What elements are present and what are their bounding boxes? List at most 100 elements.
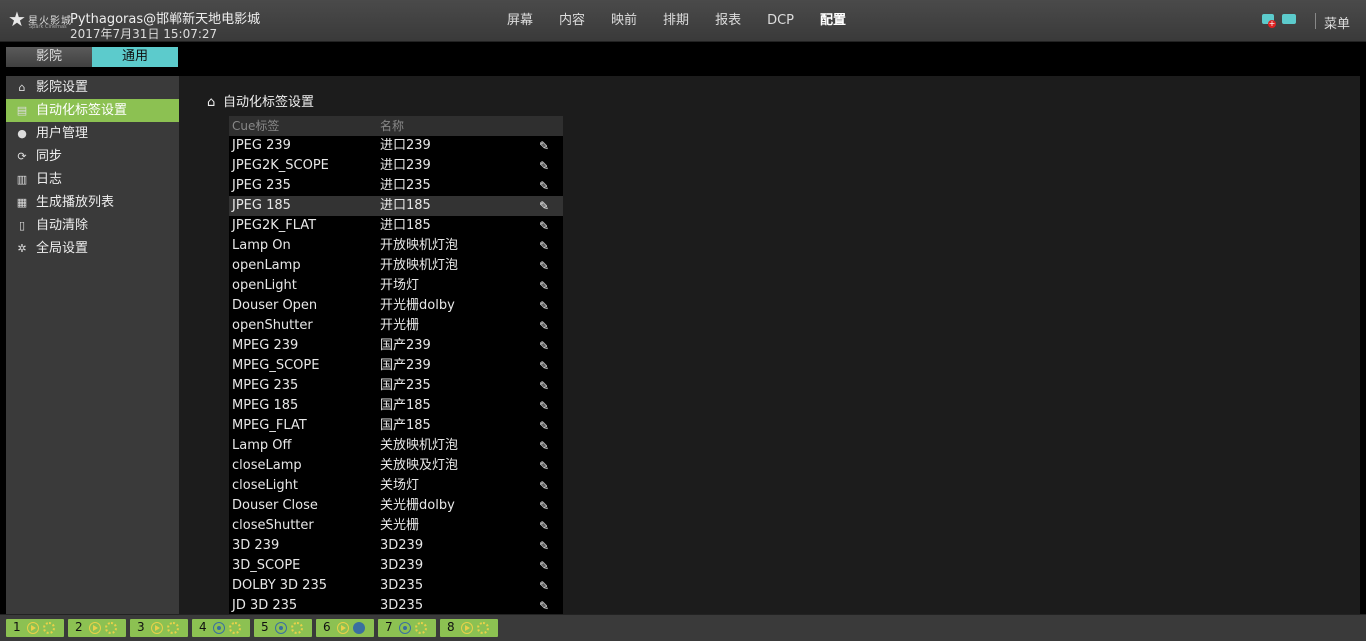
cue-label-cell: DOLBY 3D 235 [232, 578, 327, 593]
pencil-edit-icon[interactable]: ✎ [536, 356, 552, 376]
table-row[interactable]: JPEG2K_SCOPE 进口239 ✎ [229, 156, 563, 176]
nav-item-0[interactable]: 屏幕 [494, 0, 546, 41]
table-row[interactable]: 3D_SCOPE 3D239 ✎ [229, 556, 563, 576]
table-row[interactable]: Lamp Off 关放映机灯泡 ✎ [229, 436, 563, 456]
screen-4-status[interactable]: 4 [192, 619, 250, 637]
sidebar-item-label: 生成播放列表 [36, 195, 115, 210]
tab-0[interactable]: 影院 [6, 47, 92, 67]
cue-label-cell: MPEG_SCOPE [232, 358, 320, 373]
pencil-edit-icon[interactable]: ✎ [536, 516, 552, 536]
pencil-edit-icon[interactable]: ✎ [536, 576, 552, 596]
screen-number: 5 [261, 620, 269, 634]
pencil-edit-icon[interactable]: ✎ [536, 536, 552, 556]
chat-icon[interactable] [1282, 14, 1296, 24]
table-row[interactable]: DOLBY 3D 235 3D235 ✎ [229, 576, 563, 596]
screen-6-status[interactable]: 6 [316, 619, 374, 637]
menu-button[interactable]: 菜单 [1324, 13, 1350, 32]
tab-1[interactable]: 通用 [92, 47, 178, 67]
table-row[interactable]: MPEG_FLAT 国产185 ✎ [229, 416, 563, 436]
name-cell: 国产239 [380, 338, 431, 353]
nav-item-2[interactable]: 映前 [598, 0, 650, 41]
table-row[interactable]: MPEG 235 国产235 ✎ [229, 376, 563, 396]
pencil-edit-icon[interactable]: ✎ [536, 316, 552, 336]
screen-2-status[interactable]: 2 [68, 619, 126, 637]
name-cell: 开放映机灯泡 [380, 258, 459, 273]
table-row[interactable]: openLight 开场灯 ✎ [229, 276, 563, 296]
sidebar-item-label: 全局设置 [36, 241, 89, 256]
name-cell: 关放映机灯泡 [380, 438, 459, 453]
table-body: JPEG 239 进口239 ✎ JPEG2K_SCOPE 进口239 ✎ JPEG 235… [229, 136, 563, 614]
gear-status-icon [105, 622, 117, 634]
table-row[interactable]: MPEG_SCOPE 国产239 ✎ [229, 356, 563, 376]
name-cell: 进口235 [380, 178, 431, 193]
pencil-edit-icon[interactable]: ✎ [536, 556, 552, 576]
pencil-edit-icon[interactable]: ✎ [536, 596, 552, 614]
screen-1-status[interactable]: 1 [6, 619, 64, 637]
nav-item-4[interactable]: 报表 [702, 0, 754, 41]
name-cell: 3D235 [380, 578, 424, 593]
pencil-edit-icon[interactable]: ✎ [536, 396, 552, 416]
cue-label-cell: MPEG 239 [232, 338, 299, 353]
play-status-icon [89, 622, 101, 634]
table-row[interactable]: openLamp 开放映机灯泡 ✎ [229, 256, 563, 276]
nav-item-5[interactable]: DCP [754, 0, 807, 41]
table-row[interactable]: JPEG 185 进口185 ✎ [229, 196, 563, 216]
table-row[interactable]: Lamp On 开放映机灯泡 ✎ [229, 236, 563, 256]
screen-5-status[interactable]: 5 [254, 619, 312, 637]
cue-label-cell: Lamp Off [232, 438, 292, 453]
table-row[interactable]: JD 3D 235 3D235 ✎ [229, 596, 563, 614]
sidebar-item-6[interactable]: ▯ 自动清除 [6, 214, 179, 237]
screen-status-bar: 1 2 3 4 5 6 7 8 [0, 614, 1366, 641]
screen-7-status[interactable]: 7 [378, 619, 436, 637]
table-row[interactable]: MPEG 185 国产185 ✎ [229, 396, 563, 416]
table-row[interactable]: JPEG 239 进口239 ✎ [229, 136, 563, 156]
screen-8-status[interactable]: 8 [440, 619, 498, 637]
table-row[interactable]: MPEG 239 国产239 ✎ [229, 336, 563, 356]
pencil-edit-icon[interactable]: ✎ [536, 296, 552, 316]
nav-item-6[interactable]: 配置 [807, 0, 859, 41]
cue-label-cell: closeLamp [232, 458, 302, 473]
home-icon: ⌂ [18, 81, 26, 94]
table-row[interactable]: closeLamp 关放映及灯泡 ✎ [229, 456, 563, 476]
pencil-edit-icon[interactable]: ✎ [536, 276, 552, 296]
pencil-edit-icon[interactable]: ✎ [536, 176, 552, 196]
pencil-edit-icon[interactable]: ✎ [536, 436, 552, 456]
sidebar-item-1[interactable]: ▤ 自动化标签设置 [6, 99, 179, 122]
table-row[interactable]: Douser Close 关光栅dolby ✎ [229, 496, 563, 516]
sidebar-item-label: 日志 [36, 172, 63, 187]
table-row[interactable]: closeShutter 关光栅 ✎ [229, 516, 563, 536]
nav-item-1[interactable]: 内容 [546, 0, 598, 41]
table-row[interactable]: openShutter 开光栅 ✎ [229, 316, 563, 336]
pencil-edit-icon[interactable]: ✎ [536, 496, 552, 516]
star-logo-icon: ★ [8, 7, 26, 31]
pencil-edit-icon[interactable]: ✎ [536, 236, 552, 256]
sidebar-item-3[interactable]: ⟳ 同步 [6, 145, 179, 168]
table-row[interactable]: 3D 239 3D239 ✎ [229, 536, 563, 556]
pencil-edit-icon[interactable]: ✎ [536, 216, 552, 236]
name-cell: 关光栅dolby [380, 498, 455, 513]
pencil-edit-icon[interactable]: ✎ [536, 136, 552, 156]
cue-label-cell: 3D 239 [232, 538, 280, 553]
pencil-edit-icon[interactable]: ✎ [536, 196, 552, 216]
pencil-edit-icon[interactable]: ✎ [536, 336, 552, 356]
nav-item-3[interactable]: 排期 [650, 0, 702, 41]
sidebar-item-4[interactable]: ▥ 日志 [6, 168, 179, 191]
table-row[interactable]: JPEG 235 进口235 ✎ [229, 176, 563, 196]
sidebar-item-2[interactable]: ● 用户管理 [6, 122, 179, 145]
pencil-edit-icon[interactable]: ✎ [536, 456, 552, 476]
cue-label-cell: openLamp [232, 258, 301, 273]
sidebar-item-5[interactable]: ▦ 生成播放列表 [6, 191, 179, 214]
table-row[interactable]: closeLight 关场灯 ✎ [229, 476, 563, 496]
sidebar-item-7[interactable]: ✲ 全局设置 [6, 237, 179, 260]
pencil-edit-icon[interactable]: ✎ [536, 156, 552, 176]
table-row[interactable]: Douser Open 开光栅dolby ✎ [229, 296, 563, 316]
pencil-edit-icon[interactable]: ✎ [536, 416, 552, 436]
sidebar-item-0[interactable]: ⌂ 影院设置 [6, 76, 179, 99]
pencil-edit-icon[interactable]: ✎ [536, 376, 552, 396]
stop-status-icon [399, 622, 411, 634]
screen-3-status[interactable]: 3 [130, 619, 188, 637]
pencil-edit-icon[interactable]: ✎ [536, 256, 552, 276]
pencil-edit-icon[interactable]: ✎ [536, 476, 552, 496]
table-row[interactable]: JPEG2K_FLAT 进口185 ✎ [229, 216, 563, 236]
alert-screen-icon[interactable]: + [1262, 14, 1276, 28]
